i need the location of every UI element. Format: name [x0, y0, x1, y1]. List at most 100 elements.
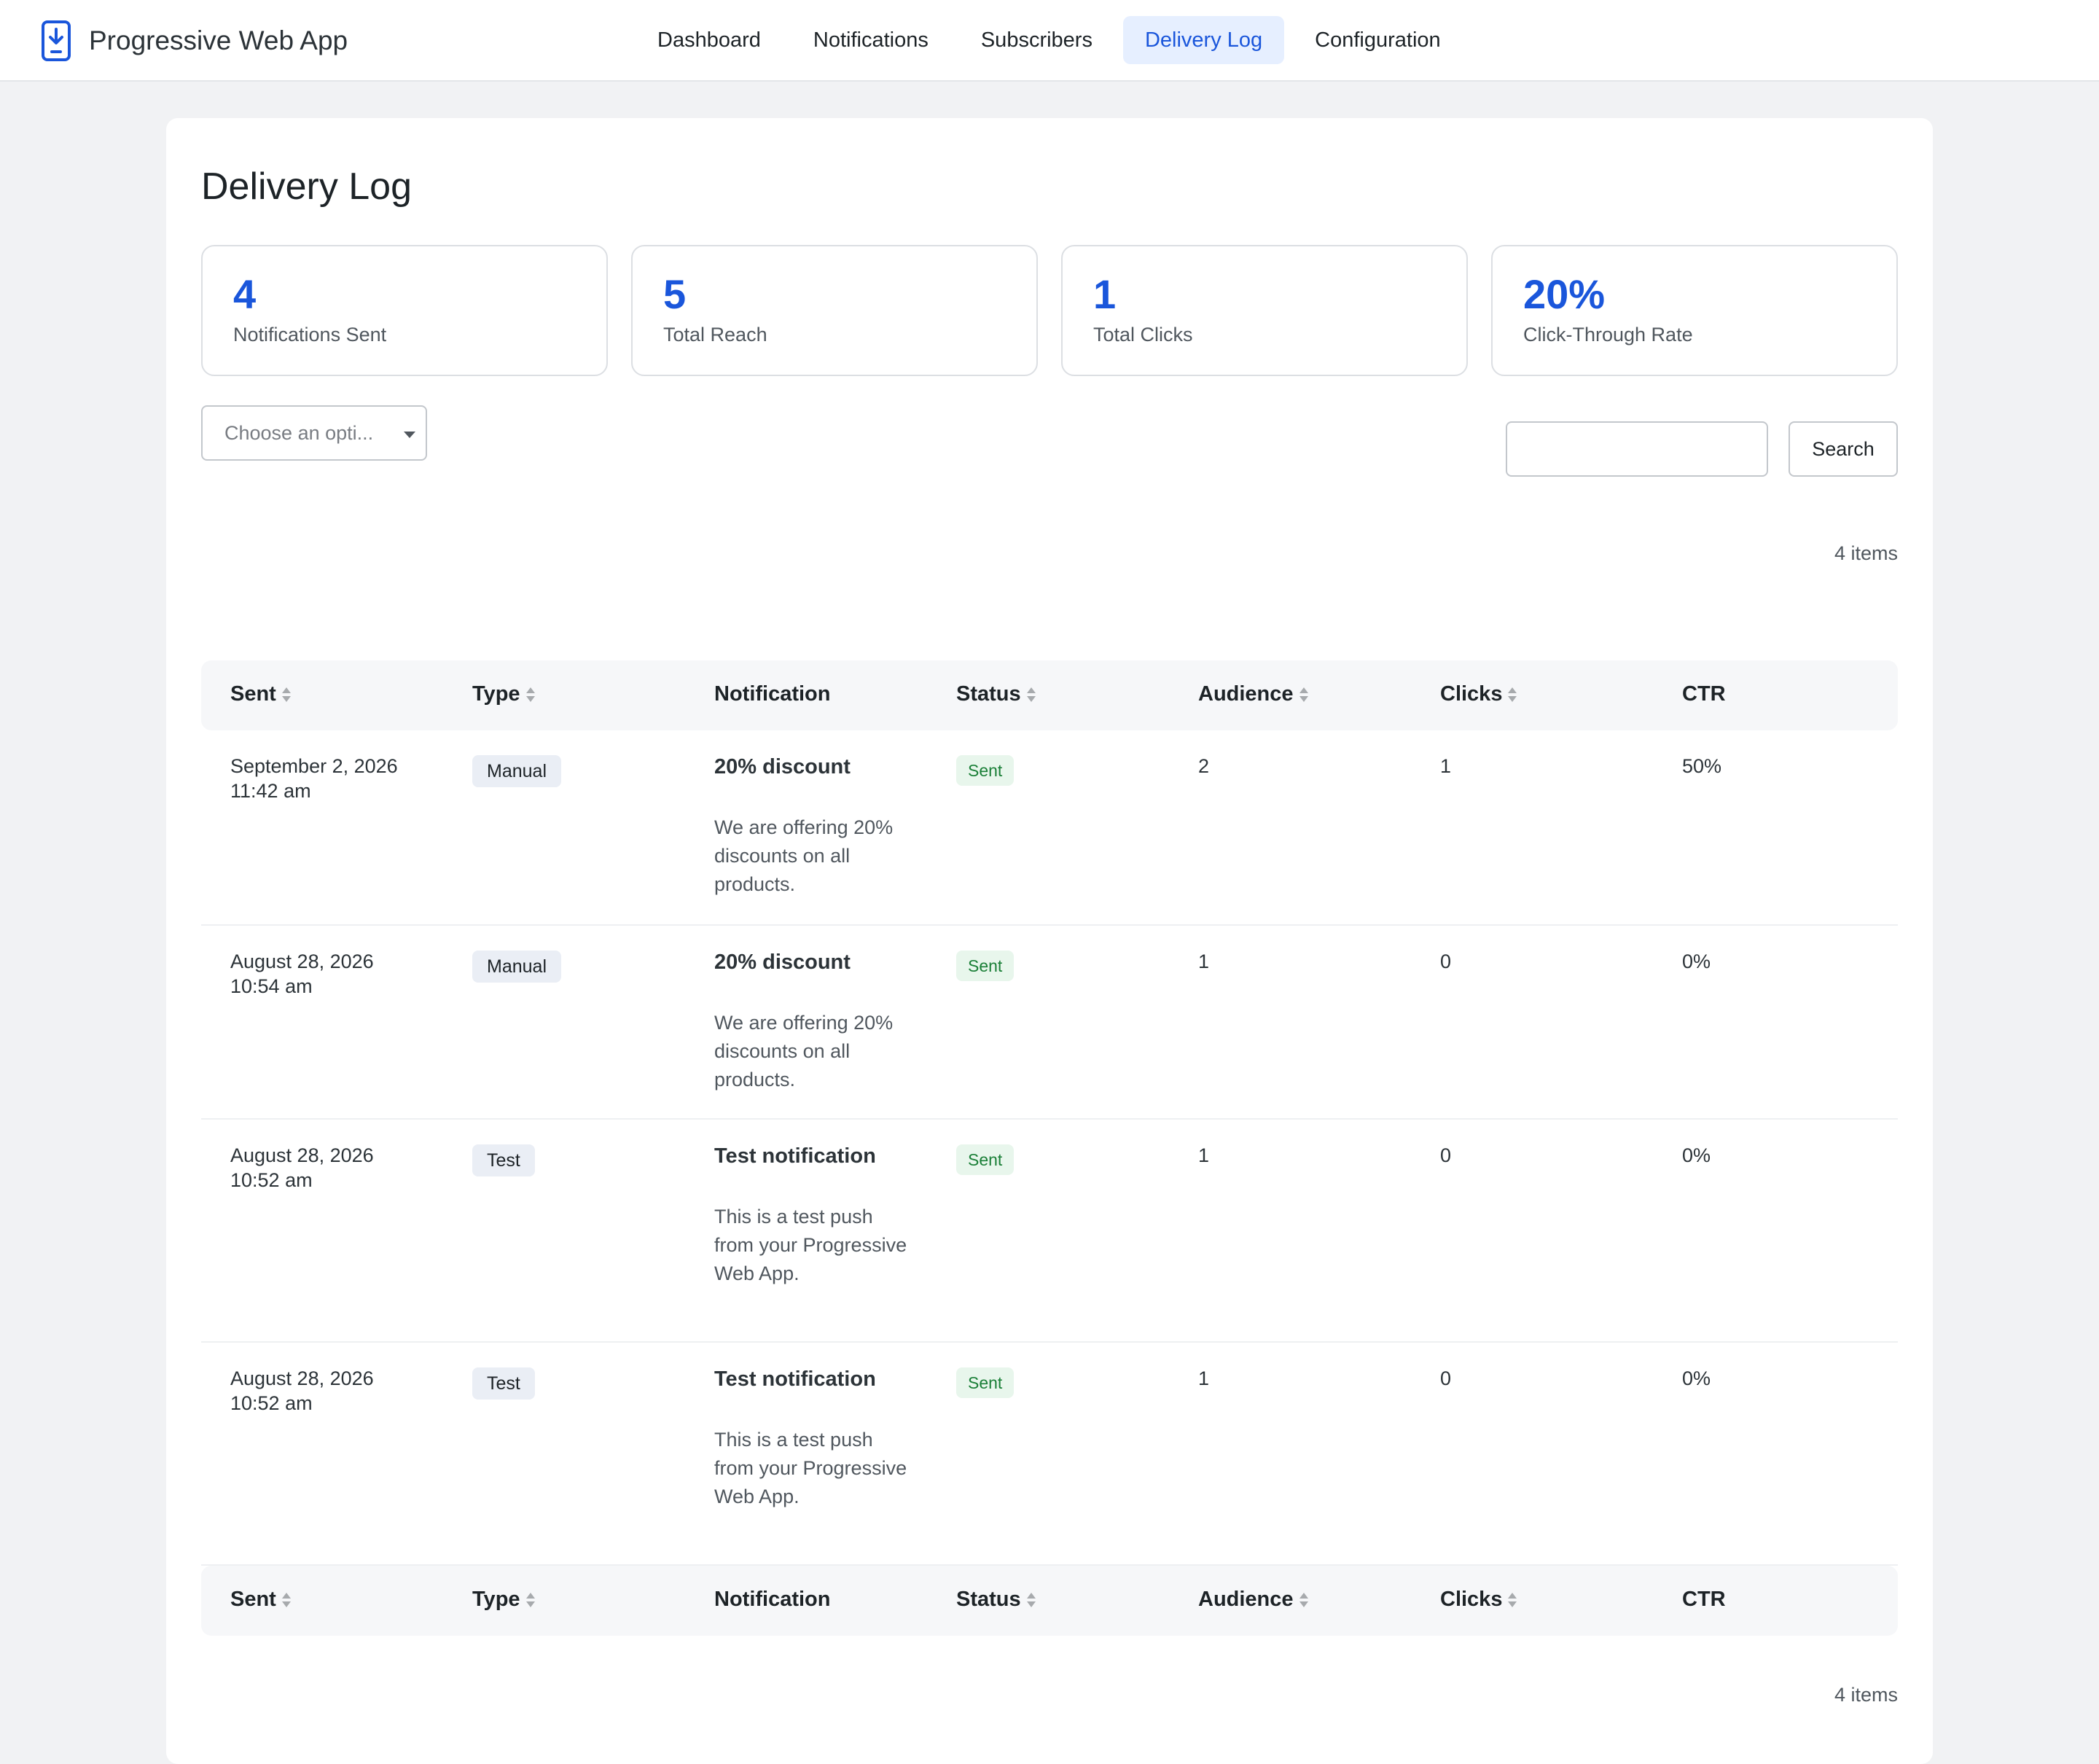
- column-footer-notification: Notification: [714, 1588, 831, 1611]
- sort-icon: [1508, 1591, 1517, 1609]
- sort-icon: [1026, 686, 1036, 703]
- table-row: August 28, 2026 10:52 am Test Test notif…: [201, 1343, 1898, 1566]
- clicks-cell: 1: [1440, 755, 1452, 777]
- sent-date: August 28, 2026: [230, 951, 374, 972]
- audience-cell: 1: [1198, 1144, 1210, 1166]
- column-header-type[interactable]: Type: [472, 682, 535, 706]
- column-footer-type[interactable]: Type: [472, 1588, 535, 1612]
- ctr-cell: 0%: [1682, 951, 1711, 972]
- delivery-log-table: Sent Type Notification Status Audience C…: [201, 660, 1898, 1636]
- sent-time: 10:54 am: [230, 975, 313, 997]
- notification-title: 20% discount: [714, 951, 851, 974]
- type-badge: Manual: [472, 755, 561, 787]
- sent-time: 10:52 am: [230, 1169, 313, 1191]
- top-bar: Progressive Web App Dashboard Notificati…: [0, 0, 2099, 82]
- phone-download-icon: [42, 20, 71, 61]
- column-footer-clicks[interactable]: Clicks: [1440, 1588, 1517, 1612]
- notification-title: Test notification: [714, 1367, 876, 1391]
- nav-dashboard[interactable]: Dashboard: [636, 16, 783, 64]
- stat-label: Total Clicks: [1093, 324, 1193, 346]
- chevron-down-icon: [404, 432, 415, 438]
- notification-title: 20% discount: [714, 755, 851, 778]
- sent-date: August 28, 2026: [230, 1144, 374, 1166]
- clicks-cell: 0: [1440, 951, 1452, 972]
- table-row: September 2, 2026 11:42 am Manual 20% di…: [201, 730, 1898, 926]
- stat-value: 20%: [1523, 271, 1606, 317]
- column-footer-status[interactable]: Status: [956, 1588, 1036, 1612]
- stat-label: Total Reach: [663, 324, 767, 346]
- stat-total-reach: 5 Total Reach: [631, 245, 1038, 376]
- column-header-audience[interactable]: Audience: [1198, 682, 1308, 706]
- table-footer: Sent Type Notification Status Audience C…: [201, 1566, 1898, 1636]
- table-row: August 28, 2026 10:54 am Manual 20% disc…: [201, 926, 1898, 1120]
- notification-title: Test notification: [714, 1144, 876, 1168]
- nav-delivery-log[interactable]: Delivery Log: [1122, 16, 1285, 64]
- search-button[interactable]: Search: [1789, 421, 1898, 477]
- sort-icon: [1299, 686, 1308, 703]
- sort-icon: [281, 1591, 291, 1609]
- column-header-notification: Notification: [714, 682, 831, 706]
- stats-row: 4 Notifications Sent 5 Total Reach 1 Tot…: [201, 245, 1898, 376]
- type-badge: Manual: [472, 951, 561, 983]
- sent-cell: August 28, 2026 10:54 am: [230, 949, 420, 999]
- notification-body: This is a test push from your Progressiv…: [714, 1206, 907, 1284]
- nav-subscribers[interactable]: Subscribers: [959, 16, 1114, 64]
- items-count-bottom: 4 items: [1834, 1684, 1898, 1706]
- stat-value: 1: [1093, 271, 1117, 317]
- sent-cell: August 28, 2026 10:52 am: [230, 1366, 420, 1416]
- notification-body: We are offering 20% discounts on all pro…: [714, 816, 894, 895]
- stat-label: Notifications Sent: [233, 324, 387, 346]
- notification-body: We are offering 20% discounts on all pro…: [714, 1012, 894, 1090]
- sort-icon: [1508, 686, 1517, 703]
- nav-configuration[interactable]: Configuration: [1293, 16, 1463, 64]
- column-footer-sent[interactable]: Sent: [230, 1588, 291, 1612]
- clicks-cell: 0: [1440, 1144, 1452, 1166]
- stat-value: 4: [233, 271, 257, 317]
- sort-icon: [525, 686, 535, 703]
- status-badge: Sent: [956, 1367, 1015, 1398]
- stat-total-clicks: 1 Total Clicks: [1061, 245, 1468, 376]
- items-count-top: 4 items: [1834, 542, 1898, 564]
- nav-notifications[interactable]: Notifications: [791, 16, 950, 64]
- table-header: Sent Type Notification Status Audience C…: [201, 660, 1898, 730]
- type-filter-select[interactable]: Choose an opti...: [201, 405, 427, 461]
- app-title: Progressive Web App: [89, 26, 348, 55]
- filter-placeholder: Choose an opti...: [224, 422, 374, 444]
- sort-icon: [525, 1591, 535, 1609]
- search-input[interactable]: [1506, 421, 1768, 477]
- ctr-cell: 50%: [1682, 755, 1722, 777]
- sent-date: September 2, 2026: [230, 755, 398, 777]
- status-badge: Sent: [956, 951, 1015, 981]
- page-title: Delivery Log: [201, 165, 413, 208]
- main-card: Delivery Log 4 Notifications Sent 5 Tota…: [166, 118, 1933, 1764]
- sent-date: August 28, 2026: [230, 1367, 374, 1389]
- clicks-cell: 0: [1440, 1367, 1452, 1389]
- stat-value: 5: [663, 271, 687, 317]
- ctr-cell: 0%: [1682, 1144, 1711, 1166]
- column-header-status[interactable]: Status: [956, 682, 1036, 706]
- brand[interactable]: Progressive Web App: [41, 17, 348, 64]
- audience-cell: 1: [1198, 951, 1210, 972]
- column-header-sent[interactable]: Sent: [230, 682, 291, 706]
- type-badge: Test: [472, 1144, 535, 1176]
- main-nav: Dashboard Notifications Subscribers Deli…: [636, 16, 1463, 64]
- status-badge: Sent: [956, 755, 1015, 786]
- sort-icon: [1026, 1591, 1036, 1609]
- ctr-cell: 0%: [1682, 1367, 1711, 1389]
- column-header-clicks[interactable]: Clicks: [1440, 682, 1517, 706]
- status-badge: Sent: [956, 1144, 1015, 1175]
- audience-cell: 1: [1198, 1367, 1210, 1389]
- sort-icon: [1299, 1591, 1308, 1609]
- stat-label: Click-Through Rate: [1523, 324, 1693, 346]
- sent-time: 10:52 am: [230, 1392, 313, 1414]
- sent-cell: August 28, 2026 10:52 am: [230, 1143, 420, 1193]
- sent-cell: September 2, 2026 11:42 am: [230, 754, 420, 803]
- type-badge: Test: [472, 1367, 535, 1400]
- column-footer-audience[interactable]: Audience: [1198, 1588, 1308, 1612]
- audience-cell: 2: [1198, 755, 1210, 777]
- notification-body: This is a test push from your Progressiv…: [714, 1429, 907, 1507]
- sent-time: 11:42 am: [230, 780, 311, 802]
- stat-notifications-sent: 4 Notifications Sent: [201, 245, 608, 376]
- column-header-ctr: CTR: [1682, 682, 1726, 706]
- stat-click-through-rate: 20% Click-Through Rate: [1491, 245, 1898, 376]
